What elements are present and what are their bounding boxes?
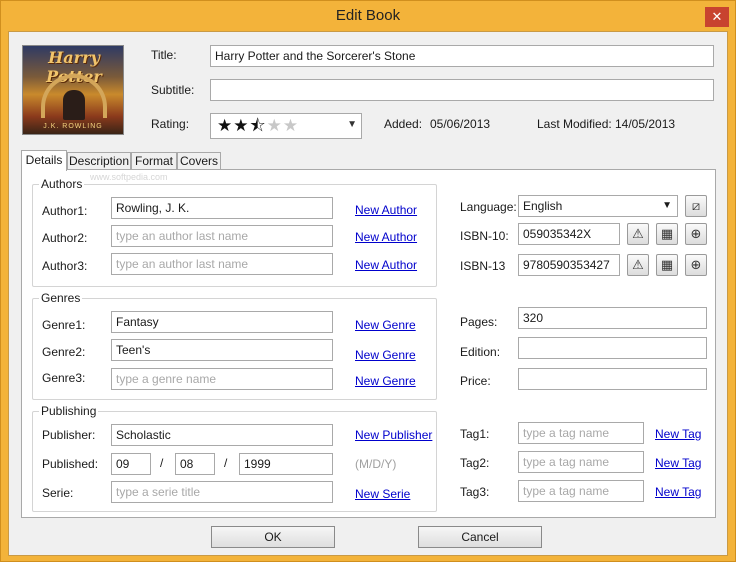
edit-language-icon[interactable]: ⧄ [685, 195, 707, 217]
added-label: Added: [384, 117, 423, 131]
authors-group: Authors Author1: Rowling, J. K. New Auth… [32, 177, 437, 287]
new-genre-link-2[interactable]: New Genre [355, 348, 416, 362]
warning-icon[interactable]: ⚠ [627, 223, 649, 245]
half-star-icon: ⯪ [249, 116, 267, 135]
genres-group: Genres Genre1: Fantasy New Genre Genre2:… [32, 291, 437, 400]
tag3-input[interactable]: type a tag name [518, 480, 644, 502]
edit-book-window: Edit Book ✕ Harry Potter J.K. ROWLING Ti… [0, 0, 736, 562]
added-value: 05/06/2013 [430, 117, 491, 131]
tab-covers[interactable]: Covers [177, 152, 221, 170]
dialog-client-area: Harry Potter J.K. ROWLING Title: Harry P… [8, 31, 728, 556]
price-input[interactable] [518, 368, 707, 390]
tag2-label: Tag2: [460, 456, 490, 470]
new-serie-link[interactable]: New Serie [355, 487, 410, 501]
subtitle-label: Subtitle: [151, 83, 195, 97]
pages-label: Pages: [460, 315, 498, 329]
serie-input[interactable]: type a serie title [111, 481, 333, 503]
tag3-label: Tag3: [460, 485, 490, 499]
author2-label: Author2: [42, 231, 88, 245]
published-year-input[interactable]: 1999 [239, 453, 333, 475]
title-input[interactable]: Harry Potter and the Sorcerer's Stone [210, 45, 714, 67]
published-day-input[interactable]: 08 [175, 453, 215, 475]
chevron-down-icon: ▼ [347, 119, 357, 130]
details-panel: www.softpedia.com Authors Author1: Rowli… [21, 169, 716, 518]
new-author-link-2[interactable]: New Author [355, 230, 417, 244]
new-genre-link-1[interactable]: New Genre [355, 318, 416, 332]
subtitle-input[interactable] [210, 79, 714, 101]
genre2-input[interactable]: Teen's [111, 339, 333, 361]
rating-dropdown[interactable]: ★★⯪★★ ▼ [210, 113, 362, 139]
tag1-input[interactable]: type a tag name [518, 422, 644, 444]
last-modified-label: Last Modified: [537, 117, 612, 131]
language-label: Language: [460, 200, 517, 214]
download-icon[interactable]: ⊕ [685, 223, 707, 245]
language-value: English [523, 199, 563, 213]
ok-button[interactable]: OK [211, 526, 335, 548]
rating-label: Rating: [151, 117, 190, 131]
chevron-down-icon: ▼ [662, 200, 672, 211]
new-publisher-link[interactable]: New Publisher [355, 428, 432, 442]
author1-input[interactable]: Rowling, J. K. [111, 197, 333, 219]
empty-star-icon: ★ [266, 116, 283, 135]
empty-star-icon: ★ [282, 116, 300, 135]
new-tag-link-3[interactable]: New Tag [655, 485, 701, 499]
publisher-input[interactable]: Scholastic [111, 424, 333, 446]
title-label: Title: [151, 48, 177, 62]
last-modified-value: 14/05/2013 [615, 117, 676, 131]
tag1-label: Tag1: [460, 427, 490, 441]
download-icon[interactable]: ⊕ [685, 254, 707, 276]
date-separator: / [224, 456, 228, 470]
isbn13-label: ISBN-13 [460, 259, 506, 273]
tag2-input[interactable]: type a tag name [518, 451, 644, 473]
cover-author-text: J.K. ROWLING [43, 123, 103, 130]
calculator-icon[interactable]: ▦ [656, 223, 678, 245]
cover-figure [63, 90, 85, 120]
close-button[interactable]: ✕ [705, 7, 729, 27]
publisher-label: Publisher: [42, 428, 96, 442]
new-author-link-3[interactable]: New Author [355, 258, 417, 272]
genre2-label: Genre2: [42, 345, 86, 359]
edition-label: Edition: [460, 345, 501, 359]
rating-stars: ★★⯪★★ [217, 116, 299, 136]
new-tag-link-2[interactable]: New Tag [655, 456, 701, 470]
genre1-label: Genre1: [42, 318, 86, 332]
tab-format[interactable]: Format [131, 152, 177, 170]
book-cover-image: Harry Potter J.K. ROWLING [22, 45, 124, 135]
window-title: Edit Book [335, 7, 401, 24]
author1-label: Author1: [42, 204, 88, 218]
publishing-group: Publishing Publisher: Scholastic New Pub… [32, 404, 437, 512]
authors-group-title: Authors [39, 177, 85, 191]
genre3-input[interactable]: type a genre name [111, 368, 333, 390]
author3-input[interactable]: type an author last name [111, 253, 333, 275]
genre1-input[interactable]: Fantasy [111, 311, 333, 333]
calculator-icon[interactable]: ▦ [656, 254, 678, 276]
isbn10-label: ISBN-10: [460, 229, 509, 243]
published-label: Published: [42, 457, 99, 471]
author3-label: Author3: [42, 259, 88, 273]
tab-details[interactable]: Details [21, 150, 67, 171]
isbn13-input[interactable]: 9780590353427 [518, 254, 620, 276]
genre3-label: Genre3: [42, 371, 86, 385]
date-separator: / [160, 456, 164, 470]
date-format-hint: (M/D/Y) [355, 457, 397, 471]
edition-input[interactable] [518, 337, 707, 359]
serie-label: Serie: [42, 486, 74, 500]
cancel-button[interactable]: Cancel [418, 526, 542, 548]
language-select[interactable]: English ▼ [518, 195, 678, 217]
published-month-input[interactable]: 09 [111, 453, 151, 475]
watermark: www.softpedia.com [90, 172, 168, 182]
genres-group-title: Genres [39, 291, 83, 305]
price-label: Price: [460, 374, 491, 388]
publishing-group-title: Publishing [39, 404, 99, 418]
new-genre-link-3[interactable]: New Genre [355, 374, 416, 388]
author2-input[interactable]: type an author last name [111, 225, 333, 247]
new-tag-link-1[interactable]: New Tag [655, 427, 701, 441]
star-icon: ★ [217, 116, 234, 135]
star-icon: ★ [233, 116, 250, 135]
isbn10-input[interactable]: 059035342X [518, 223, 620, 245]
pages-input[interactable]: 320 [518, 307, 707, 329]
tab-description[interactable]: Description [67, 152, 131, 170]
warning-icon[interactable]: ⚠ [627, 254, 649, 276]
new-author-link-1[interactable]: New Author [355, 203, 417, 217]
